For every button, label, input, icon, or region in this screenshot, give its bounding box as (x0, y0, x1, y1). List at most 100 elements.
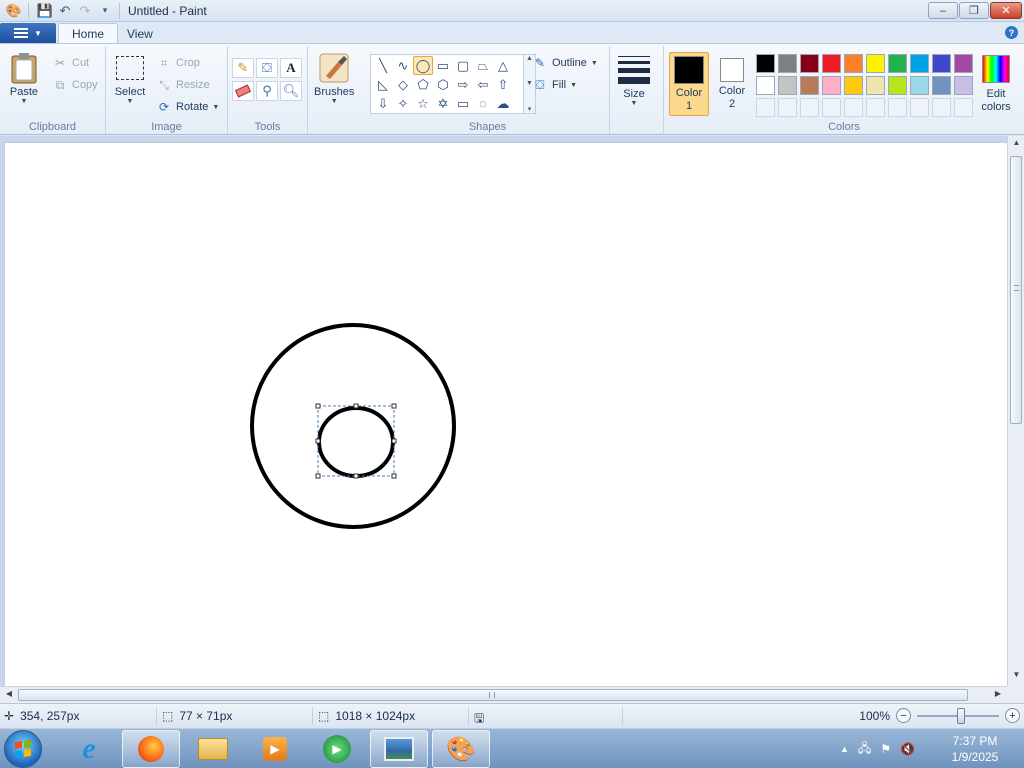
five-point-star-shape-icon[interactable]: ☆ (413, 94, 433, 113)
select-button[interactable]: Select ▼ (114, 52, 146, 105)
copy-button[interactable]: ⧉ Copy (52, 76, 98, 94)
palette-color-swatch[interactable] (756, 54, 775, 73)
palette-color-swatch[interactable] (910, 54, 929, 73)
custom-color-slot[interactable] (866, 98, 885, 117)
palette-color-swatch[interactable] (866, 54, 885, 73)
size-button[interactable]: Size ▼ (618, 54, 650, 107)
photo-viewer-taskbar-button[interactable] (370, 730, 428, 768)
palette-color-swatch[interactable] (800, 54, 819, 73)
palette-color-swatch[interactable] (822, 76, 841, 95)
paint-app-icon[interactable]: 🎨 (4, 2, 24, 20)
six-point-star-shape-icon[interactable]: ✡ (433, 94, 453, 113)
paint-taskbar-button[interactable]: 🎨 (432, 730, 490, 768)
firefox-taskbar-button[interactable] (122, 730, 180, 768)
palette-color-swatch[interactable] (954, 76, 973, 95)
hexagon-shape-icon[interactable]: ⬡ (433, 75, 453, 94)
save-icon[interactable]: 💾 (35, 2, 55, 20)
help-icon[interactable]: ? (1005, 26, 1018, 39)
oval-shape-icon[interactable]: ◯ (413, 56, 433, 75)
custom-color-slot[interactable] (844, 98, 863, 117)
color-picker-icon[interactable]: ⚲ (256, 81, 278, 101)
vertical-scrollbar[interactable]: ▲ ▼ (1007, 136, 1024, 686)
custom-color-slot[interactable] (910, 98, 929, 117)
system-clock[interactable]: 7:37 PM 1/9/2025 (940, 733, 1010, 765)
undo-icon[interactable]: ↶ (55, 2, 75, 20)
palette-color-swatch[interactable] (954, 54, 973, 73)
palette-color-swatch[interactable] (844, 76, 863, 95)
palette-color-swatch[interactable] (932, 76, 951, 95)
horizontal-scrollbar[interactable]: ◀ ▶ (0, 686, 1007, 703)
eraser-icon[interactable] (232, 81, 254, 101)
right-triangle-shape-icon[interactable]: ◺ (373, 75, 393, 94)
cut-button[interactable]: ✂ Cut (52, 54, 89, 72)
outline-button[interactable]: ✎ Outline ▼ (532, 54, 598, 72)
paint-menu-button[interactable]: ▼ (0, 23, 56, 43)
start-button[interactable] (4, 730, 42, 768)
custom-color-slot[interactable] (888, 98, 907, 117)
curve-shape-icon[interactable]: ∿ (393, 56, 413, 75)
diamond-shape-icon[interactable]: ◇ (393, 75, 413, 94)
custom-color-slot[interactable] (800, 98, 819, 117)
palette-color-swatch[interactable] (888, 54, 907, 73)
volume-muted-icon[interactable]: 🔇 (900, 742, 915, 756)
internet-explorer-taskbar-button[interactable]: e (60, 730, 118, 768)
redo-icon[interactable]: ↷ (75, 2, 95, 20)
show-hidden-icons-icon[interactable]: ▲ (840, 744, 849, 754)
network-icon[interactable]: 🖧 (858, 739, 871, 760)
down-arrow-shape-icon[interactable]: ⇩ (373, 94, 393, 113)
brushes-button[interactable]: Brushes ▼ (314, 52, 354, 105)
tab-view[interactable]: View (114, 23, 166, 44)
up-arrow-shape-icon[interactable]: ⇧ (493, 75, 513, 94)
palette-color-swatch[interactable] (932, 54, 951, 73)
palette-color-swatch[interactable] (910, 76, 929, 95)
tab-home[interactable]: Home (58, 23, 119, 44)
zoom-slider[interactable] (917, 707, 999, 724)
palette-color-swatch[interactable] (778, 54, 797, 73)
text-icon[interactable]: A (280, 58, 302, 78)
custom-color-slot[interactable] (756, 98, 775, 117)
zoom-in-button[interactable]: + (1005, 708, 1020, 723)
horizontal-scroll-thumb[interactable] (18, 689, 968, 701)
crop-button[interactable]: ⌗ Crop (156, 54, 200, 72)
vertical-scroll-thumb[interactable] (1010, 156, 1022, 424)
palette-color-swatch[interactable] (888, 76, 907, 95)
cloud-callout-shape-icon[interactable]: ☁ (493, 94, 513, 113)
paste-button[interactable]: Paste ▼ (8, 52, 40, 105)
color1-button[interactable]: Color 1 (669, 52, 709, 116)
rounded-rectangle-shape-icon[interactable]: ▢ (453, 56, 473, 75)
magnifier-icon[interactable]: 🔍︎ (280, 81, 302, 101)
line-shape-icon[interactable]: ╲ (373, 56, 393, 75)
fill-button[interactable]: ⛋ Fill ▼ (532, 76, 577, 94)
customize-quick-access-icon[interactable]: ▾ (95, 2, 115, 20)
palette-color-swatch[interactable] (822, 54, 841, 73)
palette-color-swatch[interactable] (778, 76, 797, 95)
four-point-star-shape-icon[interactable]: ✧ (393, 94, 413, 113)
expand-gallery-icon[interactable]: ▾ (528, 105, 532, 113)
polygon-shape-icon[interactable]: ⏢ (473, 56, 493, 75)
custom-color-slot[interactable] (822, 98, 841, 117)
resize-button[interactable]: ⤡ Resize (156, 76, 209, 94)
drawing-canvas[interactable] (5, 143, 1007, 686)
palette-color-swatch[interactable] (800, 76, 819, 95)
close-button[interactable]: ✕ (990, 2, 1022, 19)
pencil-icon[interactable]: ✎ (232, 58, 254, 78)
media-player-taskbar-button[interactable]: ▶ (246, 730, 304, 768)
edit-colors-button[interactable]: Edit colors (974, 52, 1018, 116)
left-arrow-shape-icon[interactable]: ⇦ (473, 75, 493, 94)
color2-button[interactable]: Color 2 (712, 52, 752, 116)
fill-bucket-icon[interactable]: ⛋ (256, 58, 278, 78)
scroll-right-icon[interactable]: ▶ (991, 689, 1005, 701)
scroll-up-icon[interactable]: ▲ (1008, 138, 1024, 152)
palette-color-swatch[interactable] (844, 54, 863, 73)
restore-button[interactable]: ❐ (959, 2, 989, 19)
custom-color-slot[interactable] (778, 98, 797, 117)
right-arrow-shape-icon[interactable]: ⇨ (453, 75, 473, 94)
custom-color-slot[interactable] (932, 98, 951, 117)
zoom-slider-thumb[interactable] (957, 707, 965, 724)
action-center-flag-icon[interactable]: ⚑ (880, 742, 891, 756)
file-explorer-taskbar-button[interactable] (184, 730, 242, 768)
oval-callout-shape-icon[interactable]: ◌ (473, 94, 493, 113)
triangle-shape-icon[interactable]: △ (493, 56, 513, 75)
media-center-taskbar-button[interactable]: ▶ (308, 730, 366, 768)
scroll-down-icon[interactable]: ▼ (1008, 670, 1024, 684)
